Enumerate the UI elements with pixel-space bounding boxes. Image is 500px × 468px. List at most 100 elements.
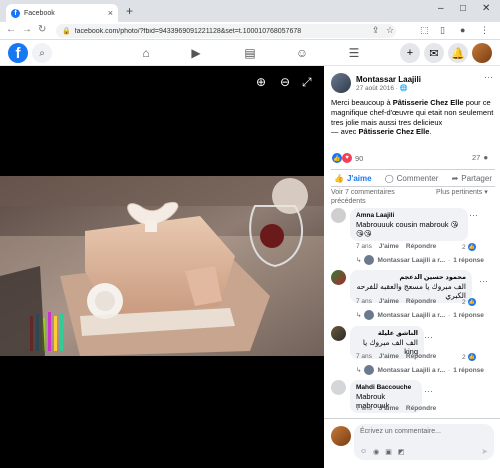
comment-options-icon[interactable]: ··· — [469, 210, 478, 220]
commenter-avatar[interactable] — [331, 270, 346, 285]
post-options-icon[interactable]: ··· — [484, 72, 493, 82]
share-label: Partager — [461, 174, 492, 183]
comment-options-icon[interactable]: ··· — [479, 276, 488, 286]
tagged-suffix: . — [429, 127, 432, 136]
post-date[interactable]: 27 août 2016 · 🌐 — [356, 84, 421, 92]
divider — [331, 186, 495, 187]
tagged-prefix: — avec — [331, 127, 359, 136]
menu-icon[interactable]: ☰ — [346, 45, 362, 61]
reply-preview[interactable]: ↳ Montassar Laajili a r... · 1 réponse — [356, 255, 484, 265]
reply-count: 1 réponse — [453, 311, 484, 319]
reactions-count: 90 — [355, 153, 364, 163]
browser-tab[interactable]: f Facebook × — [6, 4, 118, 22]
facebook-favicon-icon: f — [11, 8, 20, 18]
reactions-summary[interactable]: 👍 ♥ 90 — [332, 153, 363, 163]
share-page-icon[interactable]: ⇪ — [372, 25, 380, 36]
comment-reply-button[interactable]: Répondre — [406, 298, 436, 305]
home-icon[interactable]: ⌂ — [138, 45, 154, 61]
tagged-page-link[interactable]: Pâtisserie Chez Elle — [359, 127, 430, 136]
page-link[interactable]: Pâtisserie Chez Elle — [393, 98, 464, 107]
tab-close-icon[interactable]: × — [108, 8, 113, 18]
comment-time[interactable]: 7 ans — [356, 298, 372, 305]
comment-likes-count: 2 — [462, 353, 466, 361]
share-button[interactable]: ➦ Partager — [452, 174, 492, 183]
commenter-name[interactable]: الناشق عليلة — [356, 329, 418, 338]
comment-reply-button[interactable]: Répondre — [406, 405, 436, 412]
comment-like-button[interactable]: J'aime — [379, 405, 399, 412]
lock-icon: 🔒 — [62, 28, 71, 35]
comments-count: 27 — [472, 153, 481, 162]
author-name[interactable]: Montassar Laajili — [356, 75, 421, 84]
reply-preview[interactable]: ↳ Montassar Laajili a r... · 1 réponse — [356, 365, 484, 375]
fullscreen-icon[interactable]: ⤢ — [302, 75, 312, 90]
comment-like-button[interactable]: J'aime — [379, 243, 399, 250]
facebook-logo-icon[interactable]: f — [8, 43, 28, 63]
comment-button[interactable]: ◯ Commenter — [385, 174, 439, 183]
divider — [324, 418, 500, 419]
gif-icon[interactable]: ▣ — [385, 448, 392, 456]
send-icon[interactable]: ➤ — [481, 447, 488, 456]
messenger-icon[interactable]: ✉ — [424, 43, 444, 63]
commenter-name[interactable]: محمود حسين الدعجم — [356, 273, 466, 282]
new-tab-button[interactable]: + — [126, 4, 133, 18]
view-previous-comments[interactable]: Voir 7 commentaires précédents — [331, 188, 421, 206]
search-icon[interactable]: ⌕ — [32, 43, 52, 63]
reload-icon[interactable]: ↻ — [38, 24, 46, 35]
reply-arrow-icon: ↳ — [356, 257, 362, 264]
reply-preview[interactable]: ↳ Montassar Laajili a r... · 1 réponse — [356, 310, 484, 320]
notifications-icon[interactable]: 🔔 — [448, 43, 468, 63]
commenter-name[interactable]: Mahdi Baccouche — [356, 383, 416, 392]
comment-like-button[interactable]: J'aime — [379, 298, 399, 305]
comment-likes[interactable]: 2 👍 — [462, 353, 476, 361]
forward-icon[interactable]: → — [22, 24, 32, 35]
zoom-out-icon[interactable]: ⊖ — [280, 75, 290, 89]
camera-icon[interactable]: ◉ — [373, 448, 379, 456]
commenter-avatar[interactable] — [331, 208, 346, 223]
extensions-icon[interactable]: ⬚ — [420, 25, 429, 36]
comments-summary[interactable]: 27 ● — [472, 153, 488, 162]
like-reaction-icon: 👍 — [467, 298, 476, 306]
minimize-button[interactable]: – — [438, 3, 444, 14]
account-avatar[interactable] — [472, 43, 492, 63]
comment-input[interactable]: Écrivez un commentaire... ☺ ◉ ▣ ◩ ➤ — [354, 424, 494, 460]
like-button[interactable]: 👍 J'aime — [334, 174, 372, 183]
browser-menu-icon[interactable]: ⋮ — [480, 25, 489, 36]
video-icon[interactable]: ▶ — [188, 45, 204, 61]
maximize-button[interactable]: □ — [460, 3, 466, 14]
zoom-in-icon[interactable]: ⊕ — [256, 75, 266, 89]
comment-item: Amna Laajili Mabrouuuk cousin mabrouk 😘😘… — [331, 208, 468, 241]
comment-label: Commenter — [396, 174, 439, 183]
comment-time[interactable]: 7 ans — [356, 353, 372, 360]
comment-like-button[interactable]: J'aime — [379, 353, 399, 360]
groups-icon[interactable]: ☺ — [294, 45, 310, 61]
create-icon[interactable]: + — [400, 43, 420, 63]
commenter-avatar[interactable] — [331, 380, 346, 395]
comment-time[interactable]: 7 ans — [356, 405, 372, 412]
marketplace-icon[interactable]: ▤ — [242, 45, 258, 61]
comment-likes[interactable]: 2 👍 — [462, 298, 476, 306]
commenter-avatar[interactable] — [331, 326, 346, 341]
divider — [331, 169, 495, 170]
comment-meta: 7 ans J'aime Répondre — [356, 405, 436, 412]
comment-likes[interactable]: 2 👍 — [462, 243, 476, 251]
cake-photo[interactable] — [0, 176, 324, 356]
post-panel: Montassar Laajili 27 août 2016 · 🌐 ··· M… — [324, 66, 500, 468]
comment-time[interactable]: 7 ans — [356, 243, 372, 250]
comment-reply-button[interactable]: Répondre — [406, 243, 436, 250]
url-field[interactable]: 🔒 facebook.com/photo/?fbid=9433969091221… — [56, 24, 396, 38]
comments-sort[interactable]: Plus pertinents ▾ — [436, 188, 496, 197]
profile-icon[interactable]: ● — [460, 25, 465, 35]
bookmark-star-icon[interactable]: ☆ — [386, 25, 394, 36]
comment-options-icon[interactable]: ··· — [424, 386, 433, 396]
commenter-name[interactable]: Amna Laajili — [356, 211, 462, 220]
post-text: Merci beaucoup à Pâtisserie Chez Elle po… — [331, 98, 495, 128]
back-icon[interactable]: ← — [6, 24, 16, 35]
comment-reply-button[interactable]: Répondre — [406, 353, 436, 360]
author-avatar[interactable] — [331, 73, 351, 93]
sticker-icon[interactable]: ◩ — [398, 448, 405, 456]
post-text-prefix: Merci beaucoup à — [331, 98, 393, 107]
sidepanel-icon[interactable]: ▯ — [440, 25, 445, 36]
emoji-icon[interactable]: ☺ — [360, 448, 367, 456]
close-window-button[interactable]: ✕ — [482, 3, 490, 14]
comment-options-icon[interactable]: ··· — [424, 332, 433, 342]
